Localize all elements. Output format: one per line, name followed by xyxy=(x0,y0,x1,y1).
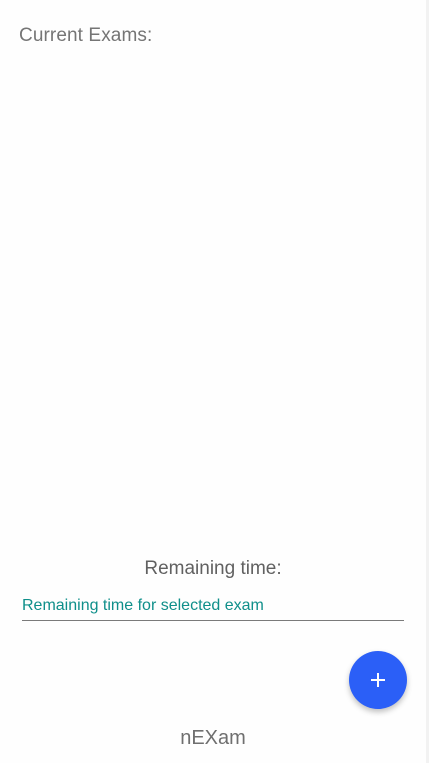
remaining-time-title: Remaining time: xyxy=(144,558,282,579)
app-name: nEXam xyxy=(180,727,246,749)
plus-icon xyxy=(371,673,385,687)
add-exam-button[interactable] xyxy=(349,651,407,709)
remaining-time-field: Remaining time for selected exam xyxy=(22,595,404,621)
current-exams-label: Current Exams: xyxy=(19,25,153,46)
remaining-time-value: Remaining time for selected exam xyxy=(22,597,264,614)
exam-screen: Current Exams: Remaining time: Remaining… xyxy=(0,0,429,763)
exam-list[interactable] xyxy=(0,60,426,550)
